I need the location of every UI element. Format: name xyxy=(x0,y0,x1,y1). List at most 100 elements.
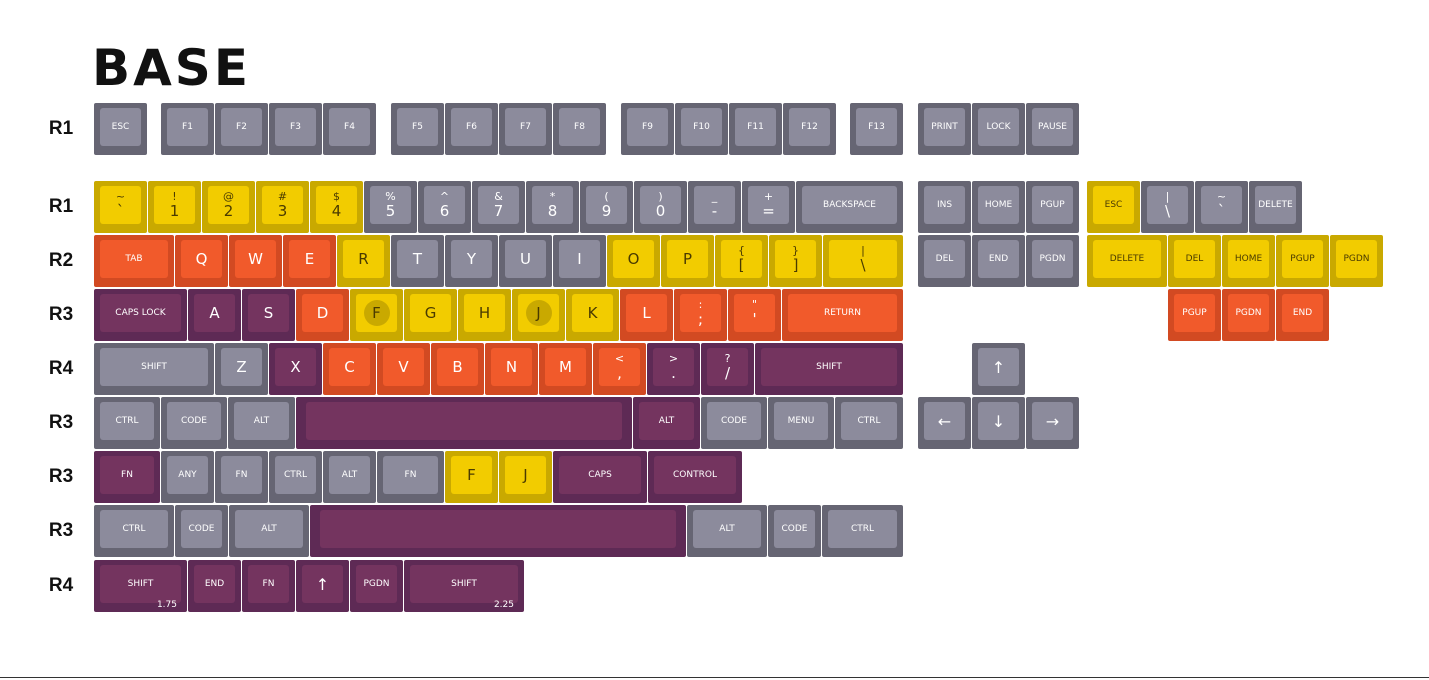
keycap-top: {[ xyxy=(721,240,762,278)
keycap-top: F xyxy=(451,456,492,494)
key-legend: FN xyxy=(235,469,248,480)
keycap-top: HOME xyxy=(1228,240,1269,278)
key-legend: END xyxy=(1292,307,1313,318)
row-label: R4 xyxy=(48,575,74,596)
key-menu: MENU xyxy=(768,397,834,449)
key-ctrl: CTRL xyxy=(269,451,322,503)
key-gt-period: >. xyxy=(647,343,700,395)
keycap-top: CONTROL xyxy=(654,456,736,494)
key-colon-semicolon: :; xyxy=(674,289,727,341)
keycap-top xyxy=(320,510,676,548)
key-legend: K xyxy=(587,303,598,322)
keycap-top: F11 xyxy=(735,108,776,146)
keycap-top: ANY xyxy=(167,456,208,494)
keycap-top: H xyxy=(464,294,505,332)
keycap-top: S xyxy=(248,294,289,332)
key-f6: F6 xyxy=(445,103,498,155)
key-legend: I xyxy=(577,249,582,268)
key-c: C xyxy=(323,343,376,395)
key-fn: FN xyxy=(215,451,268,503)
keycap-top: ? / xyxy=(707,348,748,386)
keycap-top: F xyxy=(356,294,397,332)
key-j: J xyxy=(499,451,552,503)
keycap-top: E xyxy=(289,240,330,278)
key-legend: G xyxy=(424,303,437,322)
row-label: R3 xyxy=(48,412,74,433)
keycap-top: PGDN xyxy=(1336,240,1377,278)
keycap-top: F10 xyxy=(681,108,722,146)
key-code: CODE xyxy=(175,505,228,557)
keycap-top: I xyxy=(559,240,600,278)
key-pgup: PGUP xyxy=(1168,289,1221,341)
keycap-top: DEL xyxy=(924,240,965,278)
key-legend: F9 xyxy=(642,121,653,132)
row-label: R3 xyxy=(48,520,74,541)
keycap-top: (9 xyxy=(586,186,627,224)
keycap-top: → xyxy=(1032,402,1073,440)
key-f: F xyxy=(350,289,403,341)
key-lbrace-lbracket: {[ xyxy=(715,235,768,287)
key-legend: CONTROL xyxy=(673,469,717,480)
key-legend: F1 xyxy=(182,121,193,132)
key-legend: CTRL xyxy=(850,523,875,534)
key-code: CODE xyxy=(161,397,227,449)
keycap-top: DELETE xyxy=(1255,186,1296,224)
key-legend: W xyxy=(248,249,263,268)
keycap-top: & 7 xyxy=(478,186,519,224)
key-shift: SHIFT 1.75 xyxy=(94,560,187,612)
key-legend: F5 xyxy=(412,121,423,132)
key-pgup: PGUP xyxy=(1026,181,1079,233)
row-label: R3 xyxy=(48,466,74,487)
key-legend: F xyxy=(372,303,381,322)
key-legend: H xyxy=(478,303,491,322)
key-r: R xyxy=(337,235,390,287)
key-legend: PGDN xyxy=(363,578,390,589)
key-print: PRINT xyxy=(918,103,971,155)
keycap-top: V xyxy=(383,348,424,386)
key-legend: HOME xyxy=(1234,253,1263,264)
base-legend: 5 xyxy=(385,202,396,220)
keycap-top: | \ xyxy=(1147,186,1188,224)
keycap-top: CAPS xyxy=(559,456,641,494)
key-legend: R xyxy=(358,249,369,268)
keycap-top: U xyxy=(505,240,546,278)
keycap-top: J xyxy=(505,456,546,494)
key-f: F xyxy=(445,451,498,503)
key-return: RETURN xyxy=(782,289,903,341)
keycap-top: <, xyxy=(599,348,640,386)
key-legend: CTRL xyxy=(122,523,146,534)
keycap-top: CODE xyxy=(774,510,815,548)
base-legend: 4 xyxy=(331,202,342,220)
key-tab: TAB xyxy=(94,235,174,287)
key-del: DEL xyxy=(1168,235,1221,287)
row-label: R4 xyxy=(48,358,74,379)
key-h: H xyxy=(458,289,511,341)
key-backspace: BACKSPACE xyxy=(796,181,903,233)
key-i: I xyxy=(553,235,606,287)
base-legend: 1 xyxy=(169,202,180,220)
keycap-top: ~ ` xyxy=(100,186,141,224)
divider-line xyxy=(0,677,1429,678)
base-legend: ; xyxy=(697,310,704,328)
keycap-top: DELETE xyxy=(1093,240,1161,278)
key-legend: P xyxy=(682,249,693,268)
keycap-top: #3 xyxy=(262,186,303,224)
key-amp-7: & 7 xyxy=(472,181,525,233)
key-question-slash: ? / xyxy=(701,343,754,395)
key-ins: INS xyxy=(918,181,971,233)
keycap-top: PGDN xyxy=(356,565,397,603)
keycap-top: ! 1 xyxy=(154,186,195,224)
key-code: CODE xyxy=(701,397,767,449)
arrow-left-icon: ← xyxy=(937,411,952,431)
key-right: → xyxy=(1026,397,1079,449)
keycap-top: ~ ` xyxy=(1201,186,1242,224)
keycap-top: F6 xyxy=(451,108,492,146)
key-ctrl: CTRL xyxy=(94,397,160,449)
keycap-top: J xyxy=(518,294,559,332)
key-rparen-0: ) 0 xyxy=(634,181,687,233)
key-any: ANY xyxy=(161,451,214,503)
base-legend: , xyxy=(617,364,622,382)
key-f1: F1 xyxy=(161,103,214,155)
key-f4: F4 xyxy=(323,103,376,155)
key-code: CODE xyxy=(768,505,821,557)
